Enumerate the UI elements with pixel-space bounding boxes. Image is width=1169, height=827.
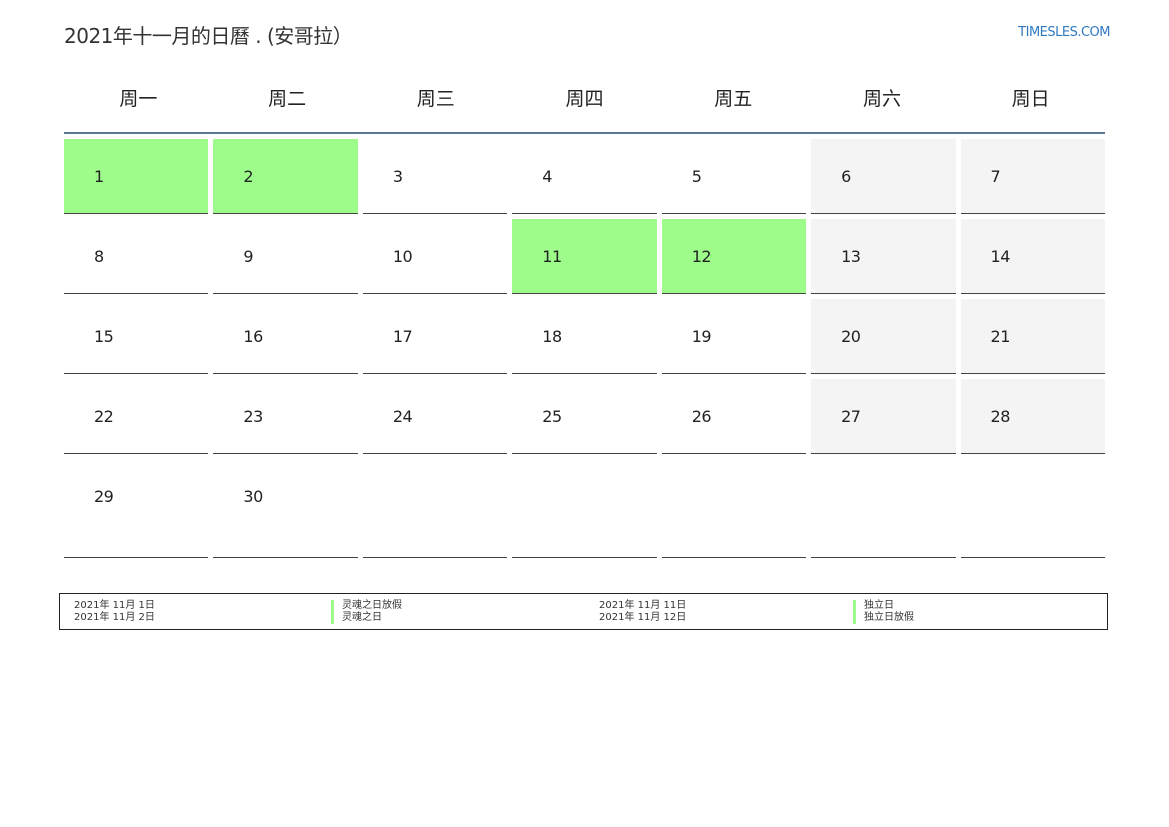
day-cell: 8 (64, 219, 209, 294)
day-cell: 18 (512, 299, 657, 374)
day-number: 11 (542, 247, 562, 266)
day-number: 3 (392, 167, 403, 186)
day-number: 17 (392, 327, 413, 346)
day-cell: 27 (811, 379, 956, 454)
day-number: 12 (691, 247, 712, 266)
legend-holiday-name: 灵魂之日 (331, 612, 402, 624)
day-cell: 23 (213, 379, 358, 454)
day-cell: 30 (213, 459, 358, 558)
day-number: 14 (990, 247, 1011, 266)
legend-names-left: 灵魂之日放假 灵魂之日 (331, 600, 402, 624)
legend-date: 2021年 11月 1日 (74, 600, 155, 611)
legend-names-right: 独立日 独立日放假 (853, 600, 914, 624)
day-cell: 19 (661, 299, 807, 374)
day-number: 19 (691, 327, 712, 346)
week-row: 1 2 3 4 5 6 7 (64, 139, 1105, 214)
day-cell: 20 (811, 299, 956, 374)
day-cell: 15 (64, 299, 209, 374)
legend-holiday-name: 独立日放假 (853, 612, 914, 624)
day-number: 29 (94, 487, 114, 506)
weekday-sun: 周日 (1011, 88, 1050, 110)
weekday-sat: 周六 (862, 88, 901, 110)
day-number: 9 (243, 247, 254, 266)
day-cell: 7 (960, 139, 1105, 214)
weekday-thu: 周四 (565, 88, 604, 110)
site-link[interactable]: TIMESLES.COM (1018, 25, 1110, 40)
week-row: 29 30 (64, 459, 1105, 558)
day-cell: 29 (64, 459, 209, 558)
day-number: 6 (841, 167, 851, 186)
day-number: 5 (691, 167, 702, 186)
day-cell: 2 (213, 139, 358, 214)
legend-holiday-name: 灵魂之日放假 (331, 600, 402, 612)
page-title: 2021年十一月的日曆 . (安哥拉） (64, 24, 353, 48)
day-cell: 25 (512, 379, 657, 454)
day-cell: 9 (213, 219, 358, 294)
weekday-fri: 周五 (714, 88, 753, 110)
day-cell: 1 (64, 139, 209, 214)
legend-holiday-name: 独立日 (853, 600, 914, 612)
day-number: 28 (990, 407, 1011, 426)
legend-dates-left: 2021年 11月 1日 2021年 11月 2日 (74, 600, 155, 624)
week-row: 15 16 17 18 19 20 21 (64, 299, 1105, 374)
day-cell: 14 (960, 219, 1105, 294)
day-cell-empty (362, 459, 508, 558)
calendar-grid: 1 2 3 4 5 6 7 8 9 10 11 12 13 14 15 16 1… (64, 139, 1105, 563)
holiday-legend: 2021年 11月 1日 2021年 11月 2日 灵魂之日放假 灵魂之日 20… (59, 593, 1108, 630)
day-number: 27 (841, 407, 861, 426)
day-cell-empty (512, 459, 657, 558)
day-cell: 16 (213, 299, 358, 374)
day-cell: 4 (512, 139, 657, 214)
day-cell: 3 (362, 139, 508, 214)
day-cell: 28 (960, 379, 1105, 454)
weekday-mon: 周一 (119, 88, 158, 110)
day-number: 24 (392, 407, 413, 426)
day-cell: 21 (960, 299, 1105, 374)
day-cell: 10 (362, 219, 508, 294)
day-cell: 17 (362, 299, 508, 374)
day-number: 22 (94, 407, 114, 426)
day-number: 21 (990, 327, 1011, 346)
day-cell: 5 (661, 139, 807, 214)
day-number: 13 (841, 247, 861, 266)
day-cell: 12 (661, 219, 807, 294)
day-number: 1 (94, 167, 104, 186)
day-number: 15 (94, 327, 114, 346)
legend-date: 2021年 11月 12日 (599, 612, 687, 623)
day-cell: 24 (362, 379, 508, 454)
day-number: 16 (243, 327, 263, 346)
day-number: 20 (841, 327, 861, 346)
day-cell-empty (811, 459, 956, 558)
week-row: 8 9 10 11 12 13 14 (64, 219, 1105, 294)
day-number: 4 (542, 167, 552, 186)
day-number: 25 (542, 407, 562, 426)
day-cell: 22 (64, 379, 209, 454)
legend-date: 2021年 11月 11日 (599, 600, 687, 611)
day-number: 23 (243, 407, 263, 426)
weekday-tue: 周二 (268, 88, 307, 110)
day-number: 2 (243, 167, 254, 186)
legend-dates-right: 2021年 11月 11日 2021年 11月 12日 (599, 600, 686, 624)
day-cell: 26 (661, 379, 807, 454)
legend-date: 2021年 11月 2日 (74, 612, 155, 623)
day-number: 26 (691, 407, 712, 426)
weekday-header-row: 周一 周二 周三 周四 周五 周六 周日 (64, 84, 1105, 134)
day-cell: 13 (811, 219, 956, 294)
day-number: 30 (243, 487, 263, 506)
day-cell-empty (661, 459, 807, 558)
day-number: 10 (392, 247, 413, 266)
weekday-wed: 周三 (416, 88, 455, 110)
day-cell-empty (960, 459, 1105, 558)
day-number: 18 (542, 327, 562, 346)
day-cell: 11 (512, 219, 657, 294)
day-number: 7 (990, 167, 1001, 186)
day-number: 8 (94, 247, 104, 266)
week-row: 22 23 24 25 26 27 28 (64, 379, 1105, 454)
day-cell: 6 (811, 139, 956, 214)
